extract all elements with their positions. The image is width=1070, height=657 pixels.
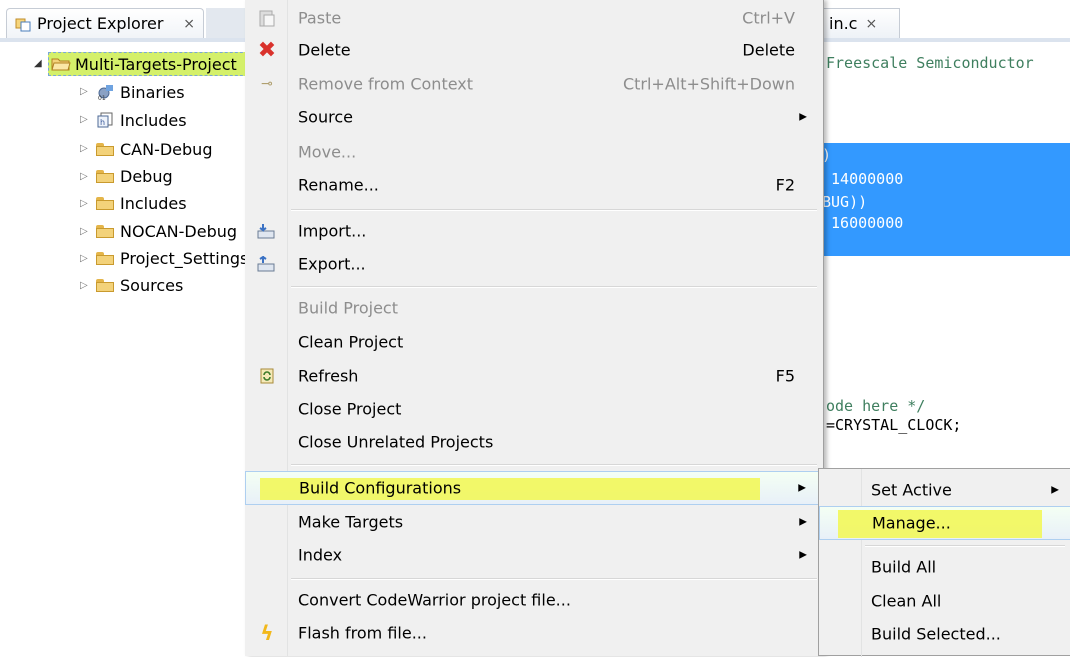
submenu-arrow-icon: ▶	[1051, 484, 1059, 496]
tree-item-sources[interactable]: Sources	[96, 274, 183, 296]
folder-icon	[96, 169, 114, 183]
editor-tabbar-bg	[900, 8, 1070, 38]
menu-item-move[interactable]: Move...	[245, 136, 823, 168]
menu-item-close-unrelated-projects[interactable]: Close Unrelated Projects	[245, 426, 823, 458]
tree-item-project-root[interactable]: Multi-Targets-Project	[48, 52, 258, 76]
collapsed-arrow-icon[interactable]: ▷	[80, 143, 88, 154]
code-line[interactable]: 16000000	[822, 214, 903, 232]
paste-icon	[257, 8, 277, 28]
svg-text:h: h	[100, 118, 105, 127]
collapsed-arrow-icon[interactable]: ▷	[80, 171, 88, 182]
build-configurations-submenu: Set Active ▶ Manage... Build All Clean A…	[818, 468, 1070, 657]
folder-icon	[96, 278, 114, 292]
folder-icon	[96, 224, 114, 238]
refresh-icon	[257, 366, 277, 386]
folder-icon	[96, 196, 114, 210]
context-menu: Paste Ctrl+V ✖ Delete Delete ⊸ Remove fr…	[245, 0, 824, 656]
menu-item-rename[interactable]: Rename... F2	[245, 169, 823, 201]
tree-item-nocan-debug[interactable]: NOCAN-Debug	[96, 220, 237, 242]
tree-item-includes-folder[interactable]: Includes	[96, 192, 187, 214]
tree-item-label: Sources	[120, 275, 184, 295]
tree-item-debug[interactable]: Debug	[96, 165, 173, 187]
menu-item-convert-codewarrior[interactable]: Convert CodeWarrior project file...	[245, 584, 823, 616]
tree-item-label: Binaries	[120, 82, 185, 102]
menu-separator	[291, 286, 817, 288]
menu-item-delete[interactable]: ✖ Delete Delete	[245, 34, 823, 66]
tree-item-project-settings[interactable]: Project_Settings	[96, 247, 248, 269]
code-line[interactable]: Freescale Semiconductor	[826, 54, 1034, 72]
close-icon[interactable]: ⨯	[865, 16, 877, 32]
collapsed-arrow-icon[interactable]: ▷	[80, 86, 88, 97]
submenu-arrow-icon: ▶	[799, 549, 807, 561]
import-icon	[257, 221, 277, 241]
code-line[interactable]: BUG))	[822, 193, 867, 211]
menu-item-flash-from-file[interactable]: ϟ Flash from file...	[245, 617, 823, 649]
lightning-icon: ϟ	[260, 621, 274, 645]
tree-item-label: Debug	[120, 166, 173, 186]
menu-item-build-configurations[interactable]: Build Configurations ▶	[245, 471, 823, 505]
export-icon	[257, 254, 277, 274]
code-line[interactable]: 14000000	[822, 170, 903, 188]
menu-separator	[291, 209, 817, 211]
folder-icon	[96, 251, 114, 265]
submenu-item-set-active[interactable]: Set Active ▶	[819, 474, 1070, 506]
collapsed-arrow-icon[interactable]: ▷	[80, 253, 88, 264]
expand-arrow-icon[interactable]: ◢	[34, 58, 42, 69]
tab-project-explorer[interactable]: Project Explorer ⨯	[6, 8, 204, 38]
tree-item-label: Includes	[120, 193, 187, 213]
tab-label: Project Explorer	[37, 14, 164, 33]
includes-icon: h	[96, 112, 114, 128]
menu-item-paste[interactable]: Paste Ctrl+V	[245, 2, 823, 34]
menu-separator	[291, 464, 817, 466]
submenu-item-build-selected[interactable]: Build Selected...	[819, 618, 1070, 650]
tree-item-label: Project_Settings	[120, 248, 249, 268]
close-icon[interactable]: ⨯	[183, 16, 195, 32]
open-project-folder-icon	[51, 56, 71, 72]
collapsed-arrow-icon[interactable]: ▷	[80, 226, 88, 237]
menu-item-build-project[interactable]: Build Project	[245, 292, 823, 324]
tree-item-label: CAN-Debug	[120, 139, 213, 159]
menu-item-index[interactable]: Index ▶	[245, 539, 823, 571]
code-line[interactable]: =CRYSTAL_CLOCK;	[826, 416, 961, 434]
binaries-icon: 01	[96, 84, 114, 102]
menu-item-import[interactable]: Import...	[245, 215, 823, 247]
tab-label: in.c	[829, 14, 858, 33]
menu-item-remove-from-context[interactable]: ⊸ Remove from Context Ctrl+Alt+Shift+Dow…	[245, 68, 823, 100]
menu-item-close-project[interactable]: Close Project	[245, 393, 823, 425]
submenu-item-manage[interactable]: Manage...	[819, 506, 1070, 540]
project-name: Multi-Targets-Project	[75, 54, 237, 74]
menu-separator	[865, 545, 1065, 547]
collapsed-arrow-icon[interactable]: ▷	[80, 280, 88, 291]
collapsed-arrow-icon[interactable]: ▷	[80, 114, 88, 125]
explorer-tabbar-line	[0, 38, 260, 42]
menu-item-source[interactable]: Source ▶	[245, 101, 823, 133]
menu-item-refresh[interactable]: Refresh F5	[245, 360, 823, 392]
tree-item-includes[interactable]: h Includes	[96, 109, 187, 131]
submenu-item-build-all[interactable]: Build All	[819, 551, 1070, 583]
tree-item-label: Includes	[120, 110, 187, 130]
submenu-arrow-icon: ▶	[799, 516, 807, 528]
submenu-arrow-icon: ▶	[799, 111, 807, 123]
editor-tabbar-line	[820, 38, 1070, 42]
tree-item-label: NOCAN-Debug	[120, 221, 238, 241]
svg-text:01: 01	[98, 95, 106, 100]
project-explorer-icon	[15, 16, 31, 32]
tab-editor-file[interactable]: in.c ⨯	[820, 8, 900, 38]
menu-separator	[291, 578, 817, 580]
folder-icon	[96, 142, 114, 156]
delete-icon: ✖	[257, 37, 277, 63]
tree-item-binaries[interactable]: 01 Binaries	[96, 81, 185, 103]
submenu-arrow-icon: ▶	[798, 482, 806, 494]
menu-item-export[interactable]: Export...	[245, 248, 823, 280]
code-line[interactable]: ode here */	[826, 397, 925, 415]
collapsed-arrow-icon[interactable]: ▷	[80, 198, 88, 209]
tree-item-can-debug[interactable]: CAN-Debug	[96, 138, 212, 160]
menu-item-clean-project[interactable]: Clean Project	[245, 326, 823, 358]
submenu-item-clean-all[interactable]: Clean All	[819, 585, 1070, 617]
menu-item-make-targets[interactable]: Make Targets ▶	[245, 506, 823, 538]
remove-context-icon: ⊸	[261, 76, 273, 92]
